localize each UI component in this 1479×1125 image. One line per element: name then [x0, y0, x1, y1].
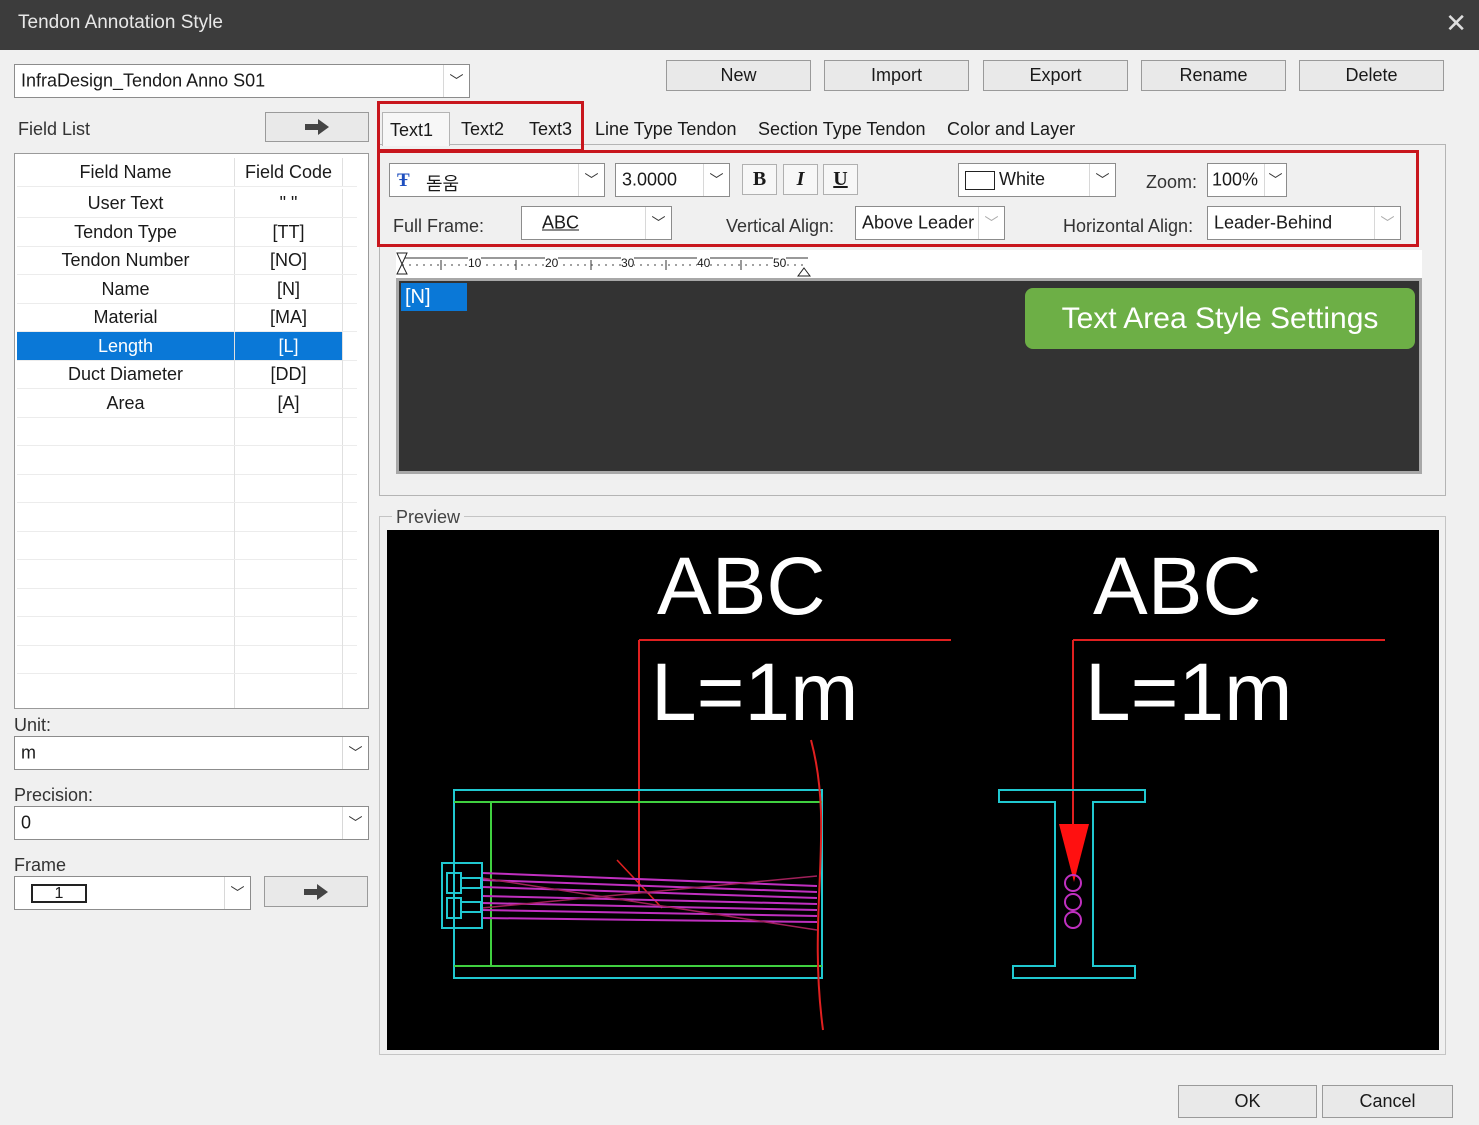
table-row[interactable]: Area [A] — [17, 389, 357, 418]
rename-button[interactable]: Rename — [1141, 60, 1286, 91]
table-row-empty — [17, 417, 357, 446]
table-row-empty — [17, 674, 357, 708]
field-list-label: Field List — [18, 119, 91, 139]
chevron-down-icon: ﹀ — [342, 737, 368, 769]
table-row-empty — [17, 474, 357, 503]
ruler-label: 20 — [545, 256, 559, 270]
table-header: Field Name Field Code — [17, 158, 357, 187]
preview-canvas: ABC L=1m ABC L=1m — [387, 530, 1439, 1050]
preview-label: Preview — [392, 507, 465, 528]
field-name-cell: Duct Diameter — [17, 360, 235, 388]
field-name-cell: Area — [17, 389, 235, 417]
header-field-code: Field Code — [235, 158, 343, 186]
chevron-down-icon: ﹀ — [224, 877, 250, 909]
frame-value: 1 — [31, 884, 87, 903]
field-name-cell: Material — [17, 303, 235, 331]
table-row[interactable]: Material [MA] — [17, 303, 357, 332]
field-code-cell: " " — [235, 189, 343, 217]
chevron-down-icon: ﹀ — [443, 65, 469, 97]
delete-button[interactable]: Delete — [1299, 60, 1444, 91]
cancel-button[interactable]: Cancel — [1322, 1085, 1453, 1118]
preview-drawing — [441, 639, 1385, 1031]
export-button[interactable]: Export — [983, 60, 1128, 91]
unit-label: Unit: — [14, 715, 52, 735]
table-row-empty — [17, 617, 357, 646]
field-code-cell: [A] — [235, 389, 343, 417]
unit-select[interactable]: m ﹀ — [14, 736, 369, 770]
style-select[interactable]: InfraDesign_Tendon Anno S01 ﹀ — [14, 64, 470, 98]
frame-select[interactable]: 1 ﹀ — [14, 876, 251, 910]
field-code-cell: [MA] — [235, 303, 343, 331]
table-row[interactable]: Tendon Type [TT] — [17, 218, 357, 247]
field-table[interactable]: Field Name Field Code User Text " " Tendo… — [14, 153, 369, 709]
table-row[interactable]: User Text " " — [17, 189, 357, 218]
arrow-right-icon — [304, 883, 328, 900]
ruler-label: 30 — [621, 256, 635, 270]
unit-value: m — [21, 742, 36, 763]
table-row[interactable]: Name [N] — [17, 275, 357, 304]
preview-left-bottom-text: L=1m — [651, 647, 859, 738]
table-row[interactable]: Tendon Number [NO] — [17, 246, 357, 275]
field-code-cell: [TT] — [235, 218, 343, 246]
ok-button[interactable]: OK — [1178, 1085, 1317, 1118]
chevron-down-icon: ﹀ — [342, 807, 368, 839]
ruler-label: 40 — [697, 256, 711, 270]
preview-right-bottom-text: L=1m — [1085, 647, 1293, 738]
editor-field-token[interactable]: [N] — [401, 283, 467, 311]
frame-label: Frame — [14, 855, 67, 875]
precision-label: Precision: — [14, 785, 94, 805]
preview-left-top-text: ABC — [657, 541, 826, 632]
table-row-empty — [17, 446, 357, 475]
close-icon[interactable]: ✕ — [1445, 8, 1467, 39]
import-button[interactable]: Import — [824, 60, 969, 91]
ruler[interactable]: 10 20 30 40 50 — [396, 250, 1422, 278]
header-field-name: Field Name — [17, 158, 235, 186]
field-name-cell: User Text — [17, 189, 235, 217]
ruler-label: 50 — [773, 256, 787, 270]
table-row-empty — [17, 588, 357, 617]
table-row[interactable]: Duct Diameter [DD] — [17, 360, 357, 389]
tab-section-type-tendon[interactable]: Section Type Tendon — [758, 119, 925, 140]
callout-label: Text Area Style Settings — [1025, 288, 1415, 349]
field-code-cell: [N] — [235, 275, 343, 303]
tab-color-and-layer[interactable]: Color and Layer — [947, 119, 1075, 140]
precision-value: 0 — [21, 812, 32, 833]
field-code-cell: [NO] — [235, 246, 343, 274]
table-row-empty — [17, 645, 357, 674]
table-row-empty — [17, 531, 357, 560]
arrow-right-icon — [305, 119, 329, 135]
tabs-highlight-box — [377, 101, 584, 152]
title-bar: Tendon Annotation Style ✕ — [0, 0, 1479, 50]
table-row-selected[interactable]: Length [L] — [17, 332, 357, 361]
field-name-cell: Tendon Type — [17, 218, 235, 246]
tab-line-type-tendon[interactable]: Line Type Tendon — [595, 119, 736, 140]
apply-frame-button[interactable] — [264, 876, 368, 907]
table-row-empty — [17, 503, 357, 532]
field-code-cell: [L] — [235, 332, 343, 360]
precision-select[interactable]: 0 ﹀ — [14, 806, 369, 840]
window-title: Tendon Annotation Style — [18, 12, 223, 33]
field-name-cell: Name — [17, 275, 235, 303]
insert-field-button[interactable] — [265, 112, 369, 142]
new-button[interactable]: New — [666, 60, 811, 91]
field-name-cell: Tendon Number — [17, 246, 235, 274]
ruler-label: 10 — [468, 256, 482, 270]
text-style-highlight-box — [377, 150, 1419, 247]
field-code-cell: [DD] — [235, 360, 343, 388]
style-select-value: InfraDesign_Tendon Anno S01 — [21, 70, 266, 91]
field-name-cell: Length — [17, 332, 235, 360]
preview-right-top-text: ABC — [1093, 541, 1262, 632]
table-row-empty — [17, 560, 357, 589]
